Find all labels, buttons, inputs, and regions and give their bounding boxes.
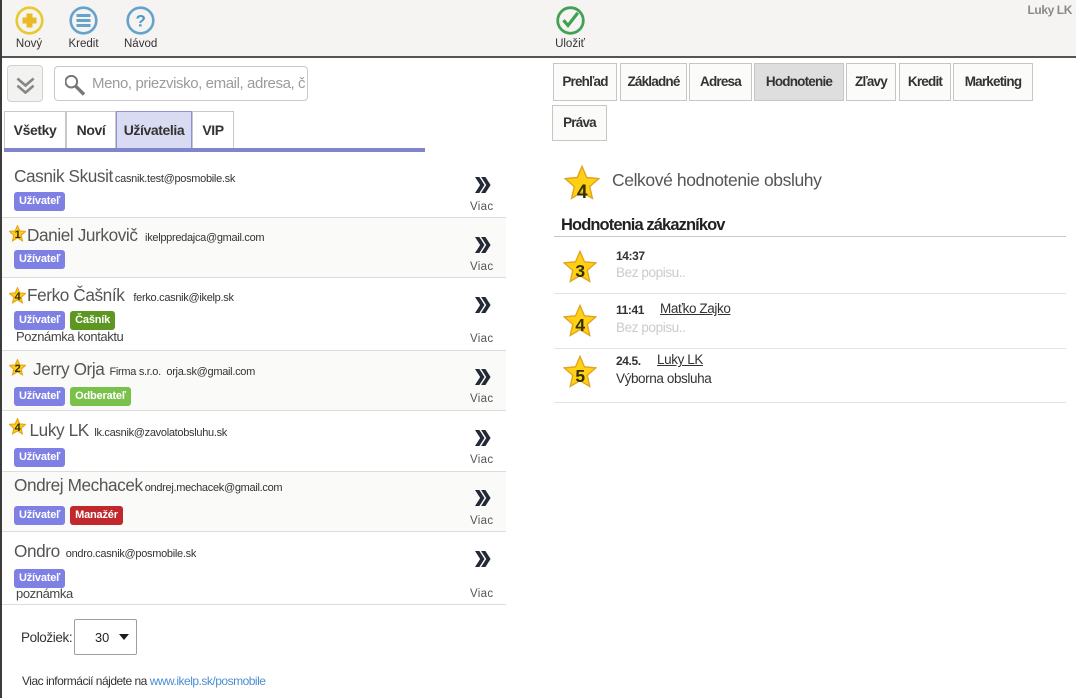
svg-text:?: ? bbox=[136, 12, 146, 31]
